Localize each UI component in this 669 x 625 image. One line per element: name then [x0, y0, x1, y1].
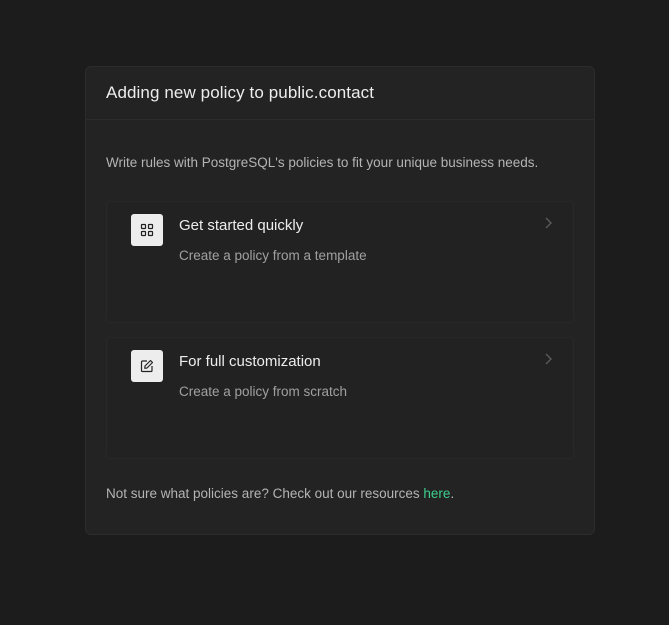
footer-text-body: Not sure what policies are? Check out ou…: [106, 486, 424, 501]
footer-text: Not sure what policies are? Check out ou…: [106, 485, 454, 503]
option-description: Create a policy from a template: [179, 248, 367, 263]
option-description: Create a policy from scratch: [179, 384, 348, 399]
intro-text: Write rules with PostgreSQL's policies t…: [106, 155, 539, 170]
dialog-title: Adding new policy to public.contact: [106, 83, 375, 102]
option-title: Get started quickly: [179, 217, 304, 234]
policy-dialog: Adding new policy to public.contact Writ…: [85, 66, 595, 535]
footer-suffix: .: [450, 486, 455, 501]
edit-icon: [131, 350, 163, 382]
grid-icon: [131, 214, 163, 246]
resources-link[interactable]: here: [423, 486, 450, 501]
option-card-template[interactable]: Get started quickly Create a policy from…: [106, 201, 574, 323]
chevron-right-icon: [545, 217, 552, 229]
dialog-body: Write rules with PostgreSQL's policies t…: [86, 154, 594, 172]
chevron-right-icon: [545, 353, 552, 365]
option-card-scratch[interactable]: For full customization Create a policy f…: [106, 337, 574, 459]
dialog-header: Adding new policy to public.contact: [86, 67, 594, 120]
option-title: For full customization: [179, 353, 321, 370]
